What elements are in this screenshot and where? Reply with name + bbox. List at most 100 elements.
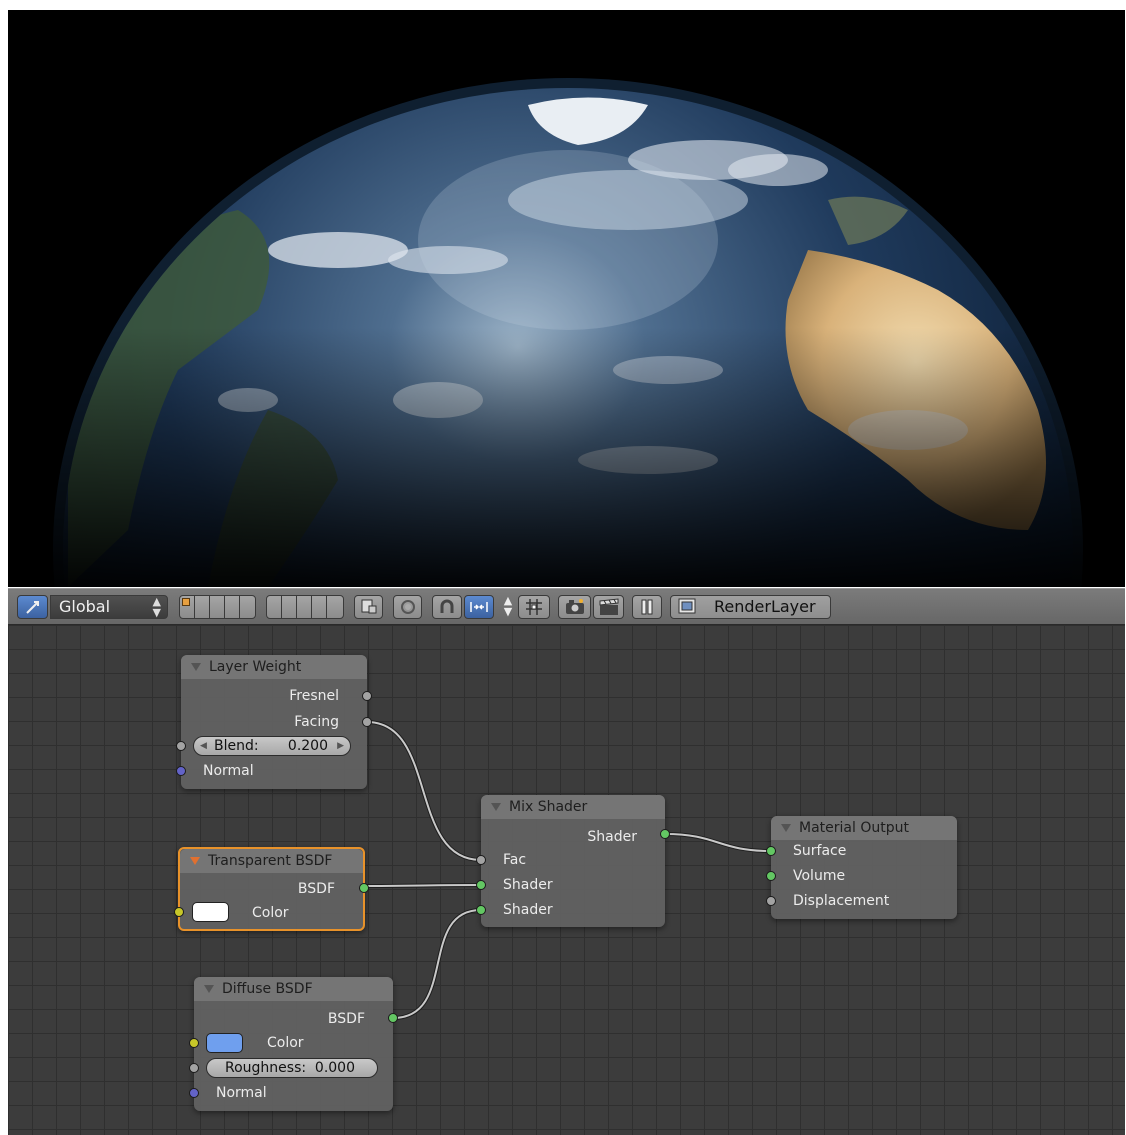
input-shader1-label: Shader — [503, 877, 553, 893]
layer-button[interactable] — [297, 596, 312, 618]
layer-button[interactable] — [327, 596, 342, 618]
output-facing-label: Facing — [294, 714, 339, 730]
socket-shader2-input[interactable] — [476, 905, 486, 915]
input-volume-label: Volume — [793, 868, 846, 884]
collapse-triangle-icon[interactable] — [190, 857, 200, 865]
transform-orientation-value: Global — [59, 597, 111, 616]
node-editor-canvas[interactable]: Layer Weight Fresnel Facing ◀ Blend: 0.2… — [8, 625, 1125, 1135]
render-animation-button[interactable] — [593, 595, 624, 619]
color-swatch[interactable] — [192, 902, 229, 922]
updown-arrows-icon[interactable]: ▲ ▼ — [501, 595, 515, 619]
socket-surface-input[interactable] — [766, 846, 776, 856]
snap-increment-icon — [470, 602, 488, 612]
render-layer-select[interactable]: RenderLayer — [670, 595, 831, 619]
socket-normal-input[interactable] — [189, 1088, 199, 1098]
increment-arrow-icon[interactable]: ▶ — [337, 737, 344, 755]
output-bsdf-label: BSDF — [297, 881, 335, 897]
blend-slider[interactable]: ◀ Blend: 0.200 ▶ — [193, 736, 351, 756]
lock-layers-icon — [361, 599, 376, 614]
socket-fac-input[interactable] — [476, 855, 486, 865]
node-header[interactable]: Material Output — [771, 816, 957, 840]
snap-element-button[interactable] — [464, 595, 494, 619]
collapse-triangle-icon[interactable] — [491, 803, 501, 811]
layer-button[interactable] — [195, 596, 210, 618]
layer-buttons-group-2[interactable] — [266, 595, 344, 619]
output-bsdf-label: BSDF — [327, 1011, 365, 1027]
snap-target-button[interactable] — [518, 595, 550, 619]
layer-buttons-group-1[interactable] — [179, 595, 256, 619]
transform-orientation-select[interactable]: Global ▲ ▼ — [50, 595, 168, 619]
camera-icon — [565, 599, 584, 614]
grid-snap-icon — [526, 599, 542, 615]
socket-blend-input[interactable] — [176, 741, 186, 751]
input-shader2-label: Shader — [503, 902, 553, 918]
socket-roughness-input[interactable] — [189, 1063, 199, 1073]
output-shader-label: Shader — [587, 829, 637, 845]
layer-button[interactable] — [180, 596, 195, 618]
node-material-output[interactable]: Material Output Surface Volume Displacem… — [766, 816, 957, 919]
layer-button[interactable] — [225, 596, 240, 618]
socket-color-input[interactable] — [189, 1038, 199, 1048]
node-header[interactable]: Layer Weight — [181, 655, 367, 679]
blend-value: 0.200 — [287, 738, 328, 754]
layer-button[interactable] — [240, 596, 255, 618]
circle-icon — [400, 600, 415, 614]
render-viewport — [8, 10, 1125, 587]
proportional-edit-button[interactable] — [393, 595, 422, 619]
input-displacement-label: Displacement — [793, 893, 890, 909]
socket-displacement-input[interactable] — [766, 896, 776, 906]
node-title: Transparent BSDF — [208, 853, 333, 869]
magnet-icon — [440, 599, 454, 613]
roughness-label: Roughness: — [225, 1060, 307, 1076]
decrement-arrow-icon[interactable]: ◀ — [200, 737, 207, 755]
node-transparent-bsdf[interactable]: Transparent BSDF BSDF Color — [174, 847, 369, 931]
editor-type-button[interactable] — [17, 595, 48, 619]
render-layer-icon — [678, 598, 696, 614]
layer-button[interactable] — [312, 596, 327, 618]
collapse-triangle-icon[interactable] — [204, 985, 214, 993]
layer-button[interactable] — [210, 596, 225, 618]
render-still-button[interactable] — [558, 595, 591, 619]
socket-volume-input[interactable] — [766, 871, 776, 881]
earth-render-image — [8, 10, 1125, 587]
socket-facing-output[interactable] — [362, 717, 372, 727]
layer-button[interactable] — [282, 596, 297, 618]
pause-button[interactable] — [632, 595, 662, 619]
node-layer-weight[interactable]: Layer Weight Fresnel Facing ◀ Blend: 0.2… — [176, 655, 372, 789]
updown-arrows-icon: ▲ ▼ — [152, 595, 161, 619]
node-header[interactable]: Transparent BSDF — [180, 849, 363, 873]
node-editor-header: Global ▲ ▼ ▲ ▼ RenderLayer — [8, 588, 1125, 625]
editor-type-icon — [26, 601, 39, 614]
node-mix-shader[interactable]: Mix Shader Shader Fac Shader Shader — [476, 795, 670, 927]
collapse-triangle-icon[interactable] — [781, 824, 791, 832]
socket-shader1-input[interactable] — [476, 880, 486, 890]
output-fresnel-label: Fresnel — [289, 688, 339, 704]
clapperboard-icon — [599, 598, 618, 615]
node-title: Material Output — [799, 820, 909, 836]
node-title: Layer Weight — [209, 659, 302, 675]
render-layer-label: RenderLayer — [714, 597, 816, 616]
socket-shader-output[interactable] — [660, 829, 670, 839]
roughness-slider[interactable]: Roughness: 0.000 — [206, 1058, 378, 1078]
input-fac-label: Fac — [503, 852, 527, 868]
input-color-label: Color — [252, 905, 289, 921]
node-title: Diffuse BSDF — [222, 981, 313, 997]
snap-toggle-button[interactable] — [432, 595, 462, 619]
collapse-triangle-icon[interactable] — [191, 663, 201, 671]
input-color-label: Color — [267, 1035, 304, 1051]
socket-fresnel-output[interactable] — [362, 691, 372, 701]
layer-button[interactable] — [267, 596, 282, 618]
node-diffuse-bsdf[interactable]: Diffuse BSDF BSDF Color Roughness: 0.000… — [189, 977, 398, 1111]
color-swatch[interactable] — [206, 1033, 243, 1053]
roughness-value: 0.000 — [314, 1060, 355, 1076]
socket-bsdf-output[interactable] — [388, 1013, 398, 1023]
socket-normal-input[interactable] — [176, 766, 186, 776]
input-surface-label: Surface — [793, 843, 847, 859]
lock-layers-button[interactable] — [354, 595, 383, 619]
node-header[interactable]: Diffuse BSDF — [194, 977, 393, 1001]
input-normal-label: Normal — [203, 763, 254, 779]
input-normal-label: Normal — [216, 1085, 267, 1101]
socket-color-input[interactable] — [174, 907, 184, 917]
socket-bsdf-output[interactable] — [359, 883, 369, 893]
node-header[interactable]: Mix Shader — [481, 795, 665, 819]
